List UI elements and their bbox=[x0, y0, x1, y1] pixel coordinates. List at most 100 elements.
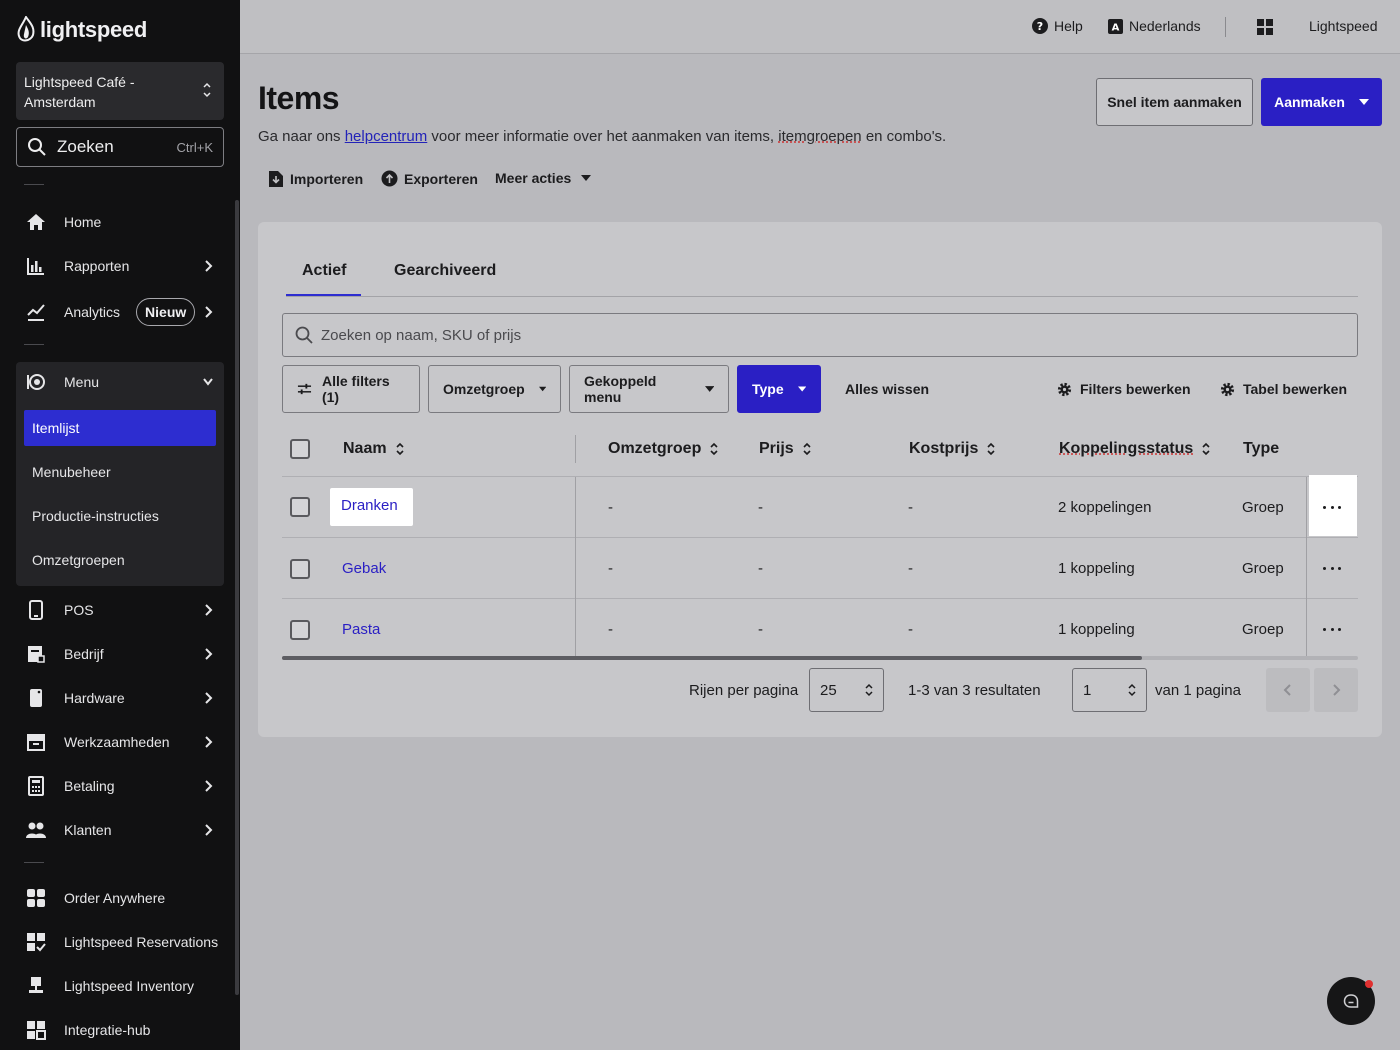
subtitle-text-2: voor meer informatie over het aanmaken v… bbox=[427, 128, 779, 145]
cell-omzetgroep: - bbox=[608, 621, 613, 638]
rows-per-page-select[interactable]: 25 bbox=[809, 668, 884, 712]
column-header-kostprijs[interactable]: Kostprijs bbox=[909, 440, 996, 458]
nav-klanten[interactable]: Klanten bbox=[16, 810, 224, 850]
nav-pos-label: POS bbox=[64, 602, 94, 618]
row-checkbox[interactable] bbox=[290, 620, 310, 640]
store-selector[interactable]: Lightspeed Café - Amsterdam bbox=[16, 62, 224, 120]
cell-kostprijs: - bbox=[908, 499, 913, 516]
nav-betaling[interactable]: Betaling bbox=[16, 766, 224, 806]
sort-icon bbox=[1202, 442, 1210, 456]
chat-icon bbox=[1343, 994, 1359, 1008]
nav-menu[interactable]: Menu bbox=[16, 362, 224, 402]
sidebar-scrollbar[interactable] bbox=[235, 200, 239, 995]
caret-down-icon bbox=[797, 386, 806, 392]
more-actions-button[interactable]: Meer acties bbox=[495, 170, 592, 186]
import-label: Importeren bbox=[290, 171, 364, 187]
all-filters-button[interactable]: Alle filters (1) bbox=[282, 365, 420, 413]
item-name-link[interactable]: Pasta bbox=[342, 621, 380, 638]
account-menu[interactable]: Lightspeed bbox=[1309, 18, 1378, 34]
type-filter[interactable]: Type bbox=[737, 365, 821, 413]
help-icon: ? bbox=[1032, 18, 1048, 34]
chevron-right-icon bbox=[205, 260, 213, 272]
chevron-right-icon bbox=[205, 306, 213, 318]
nav-bedrijf[interactable]: Bedrijf bbox=[16, 634, 224, 674]
select-all-checkbox[interactable] bbox=[290, 439, 310, 459]
nav-hardware[interactable]: Hardware bbox=[16, 678, 224, 718]
nav-reservations[interactable]: Lightspeed Reservations bbox=[16, 922, 224, 962]
search-placeholder: Zoeken op naam, SKU of prijs bbox=[321, 326, 522, 344]
row-checkbox[interactable] bbox=[290, 559, 310, 579]
lightspeed-logo[interactable]: lightspeed bbox=[16, 16, 147, 44]
nav-rapporten-label: Rapporten bbox=[64, 258, 130, 274]
export-button[interactable]: Exporteren bbox=[381, 170, 478, 187]
store-icon bbox=[26, 644, 46, 664]
column-header-prijs[interactable]: Prijs bbox=[759, 440, 812, 458]
nav-rapporten[interactable]: Rapporten bbox=[16, 246, 224, 286]
edit-table-label: Tabel bewerken bbox=[1243, 381, 1348, 397]
tab-gearchiveerd[interactable]: Gearchiveerd bbox=[394, 262, 496, 280]
search-icon bbox=[28, 138, 46, 156]
row-more-actions-button[interactable] bbox=[1321, 624, 1343, 634]
create-button[interactable]: Aanmaken bbox=[1261, 78, 1382, 126]
nav-integratie-hub[interactable]: Integratie-hub bbox=[16, 1010, 224, 1050]
edit-filters-label: Filters bewerken bbox=[1080, 381, 1191, 397]
chat-support-button[interactable] bbox=[1327, 977, 1375, 1025]
previous-page-button[interactable] bbox=[1266, 668, 1310, 712]
revenue-group-filter[interactable]: Omzetgroep bbox=[428, 365, 561, 413]
rows-per-page-label: Rijen per pagina bbox=[689, 682, 799, 699]
sub-item-itemlijst[interactable]: Itemlijst bbox=[24, 410, 216, 446]
export-icon bbox=[381, 170, 398, 187]
cell-koppelingsstatus: 1 koppeling bbox=[1058, 621, 1135, 638]
linked-menu-filter[interactable]: Gekoppeld menu bbox=[569, 365, 729, 413]
edit-table-button[interactable]: Tabel bewerken bbox=[1220, 381, 1347, 397]
brand-name: lightspeed bbox=[40, 17, 148, 42]
chevron-right-icon bbox=[205, 604, 213, 616]
notification-dot bbox=[1365, 980, 1373, 988]
help-link[interactable]: ? Help bbox=[1032, 18, 1083, 34]
revenue-group-filter-label: Omzetgroep bbox=[443, 381, 525, 397]
next-page-button[interactable] bbox=[1314, 668, 1358, 712]
tablet-icon bbox=[26, 600, 46, 620]
nav-home[interactable]: Home bbox=[16, 202, 224, 242]
sub-item-menubeheer[interactable]: Menubeheer bbox=[24, 454, 216, 490]
sub-item-productie-instructies[interactable]: Productie-instructies bbox=[24, 498, 216, 534]
global-search[interactable]: Zoeken Ctrl+K bbox=[16, 127, 224, 167]
nav-betaling-label: Betaling bbox=[64, 778, 115, 794]
row-more-actions-button[interactable] bbox=[1321, 563, 1343, 573]
up-down-chevron-icon bbox=[865, 683, 873, 697]
all-filters-label: Alle filters (1) bbox=[321, 373, 390, 405]
apps-grid-button[interactable] bbox=[1257, 19, 1273, 35]
cell-prijs: - bbox=[758, 560, 763, 577]
edit-filters-button[interactable]: Filters bewerken bbox=[1057, 381, 1191, 397]
search-shortcut: Ctrl+K bbox=[176, 139, 213, 155]
sub-item-omzetgroepen[interactable]: Omzetgroepen bbox=[24, 542, 216, 578]
trend-line-icon bbox=[26, 302, 46, 322]
people-icon bbox=[26, 820, 46, 840]
item-name-link[interactable]: Dranken bbox=[341, 497, 398, 514]
column-header-naam[interactable]: Naam bbox=[343, 440, 405, 458]
column-header-omzetgroep[interactable]: Omzetgroep bbox=[608, 440, 719, 458]
row-checkbox[interactable] bbox=[290, 497, 310, 517]
nav-werkzaamheden[interactable]: Werkzaamheden bbox=[16, 722, 224, 762]
row-more-actions-button[interactable] bbox=[1321, 502, 1343, 512]
page-select[interactable]: 1 bbox=[1072, 668, 1147, 712]
tab-actief[interactable]: Actief bbox=[302, 262, 346, 280]
nav-analytics[interactable]: Analytics Nieuw bbox=[16, 292, 224, 332]
import-button[interactable]: Importeren bbox=[268, 170, 363, 188]
item-name-link[interactable]: Gebak bbox=[342, 560, 386, 577]
nav-pos[interactable]: POS bbox=[16, 590, 224, 630]
import-icon bbox=[269, 171, 283, 187]
calculator-icon bbox=[26, 776, 46, 796]
nav-reservations-label: Lightspeed Reservations bbox=[64, 934, 219, 950]
nav-order-anywhere[interactable]: Order Anywhere bbox=[16, 878, 224, 918]
helpcentrum-link[interactable]: helpcentrum bbox=[345, 128, 428, 145]
column-header-koppelingsstatus[interactable]: Koppelingsstatus bbox=[1059, 440, 1211, 458]
quick-create-button[interactable]: Snel item aanmaken bbox=[1096, 78, 1253, 126]
table-horizontal-scrollbar[interactable] bbox=[282, 656, 1142, 660]
nav-inventory[interactable]: Lightspeed Inventory bbox=[16, 966, 224, 1006]
clear-all-button[interactable]: Alles wissen bbox=[845, 381, 929, 397]
cell-koppelingsstatus: 2 koppelingen bbox=[1058, 499, 1152, 516]
item-search-input[interactable]: Zoeken op naam, SKU of prijs bbox=[282, 313, 1358, 357]
column-kostprijs-label: Kostprijs bbox=[909, 440, 979, 457]
language-selector[interactable]: A Nederlands bbox=[1108, 18, 1201, 34]
